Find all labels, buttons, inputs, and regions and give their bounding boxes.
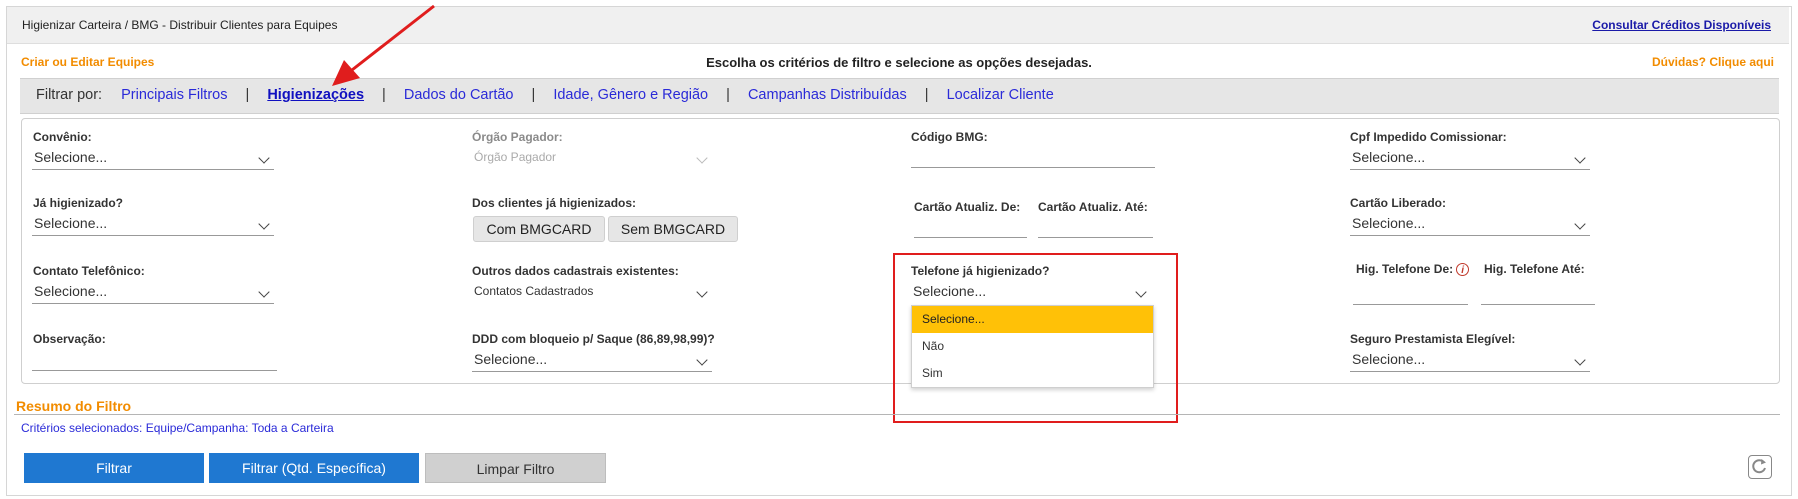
- chevron-down-icon: [1135, 286, 1147, 298]
- com-bmgcard-button[interactable]: Com BMGCARD: [473, 216, 605, 242]
- tab-separator: |: [531, 87, 536, 103]
- refresh-icon[interactable]: [1748, 455, 1772, 479]
- summary-criteria: Critérios selecionados: Equipe/Campanha:…: [21, 421, 334, 435]
- codigo-bmg-label: Código BMG:: [911, 130, 988, 144]
- tab-principais-filtros[interactable]: Principais Filtros: [121, 87, 227, 103]
- hig-tel-ate-label: Hig. Telefone Até:: [1484, 262, 1585, 276]
- tab-separator: |: [245, 87, 250, 103]
- ddd-bloqueio-select[interactable]: Selecione...: [472, 349, 712, 372]
- cartao-liberado-select[interactable]: Selecione...: [1350, 213, 1590, 236]
- cartao-liberado-label: Cartão Liberado:: [1350, 196, 1447, 210]
- sem-bmgcard-button[interactable]: Sem BMGCARD: [608, 216, 738, 242]
- dropdown-option-nao[interactable]: Não: [912, 333, 1153, 360]
- ddd-bloqueio-label: DDD com bloqueio p/ Saque (86,89,98,99)?: [472, 332, 715, 346]
- tab-prefix: Filtrar por:: [36, 87, 103, 103]
- hig-tel-de-input[interactable]: [1353, 284, 1468, 305]
- telefone-higienizado-label: Telefone já higienizado?: [911, 264, 1050, 278]
- seguro-select[interactable]: Selecione...: [1350, 349, 1590, 372]
- cpf-impedido-select[interactable]: Selecione...: [1350, 147, 1590, 170]
- cartao-ate-label: Cartão Atualiz. Até:: [1038, 200, 1148, 214]
- convenio-label: Convênio:: [33, 130, 92, 144]
- chevron-down-icon: [1574, 152, 1586, 164]
- chevron-down-icon: [1574, 218, 1586, 230]
- filtrar-qtd-button[interactable]: Filtrar (Qtd. Específica): [209, 453, 419, 483]
- chevron-down-icon: [258, 218, 270, 230]
- summary-divider: [14, 414, 1780, 415]
- orgao-label: Órgão Pagador:: [472, 130, 563, 144]
- dropdown-option-selecione[interactable]: Selecione...: [912, 306, 1153, 333]
- contato-label: Contato Telefônico:: [33, 264, 145, 278]
- contato-select[interactable]: Selecione...: [32, 281, 274, 304]
- tab-idade-genero-regiao[interactable]: Idade, Gênero e Região: [553, 87, 708, 103]
- chevron-down-icon: [696, 152, 708, 164]
- dropdown-option-sim[interactable]: Sim: [912, 360, 1153, 387]
- telefone-higienizado-select[interactable]: Selecione...: [911, 281, 1151, 303]
- seguro-label: Seguro Prestamista Elegível:: [1350, 332, 1516, 346]
- tab-separator: |: [726, 87, 730, 103]
- summary-title: Resumo do Filtro: [16, 398, 132, 414]
- info-icon[interactable]: i: [1456, 263, 1470, 277]
- filter-tab-bar: Filtrar por: Principais Filtros | Higien…: [20, 78, 1779, 114]
- outros-dados-select[interactable]: Contatos Cadastrados: [472, 281, 712, 303]
- outros-dados-label: Outros dados cadastrais existentes:: [472, 264, 679, 278]
- tab-localizar-cliente[interactable]: Localizar Cliente: [947, 87, 1054, 103]
- help-link[interactable]: Dúvidas? Clique aqui: [1652, 55, 1774, 69]
- instruction-text: Escolha os critérios de filtro e selecio…: [706, 55, 1092, 70]
- tab-separator: |: [924, 87, 929, 103]
- observacao-label: Observação:: [33, 332, 106, 346]
- tab-campanhas-distribuidas[interactable]: Campanhas Distribuídas: [748, 87, 907, 103]
- limpar-filtro-button[interactable]: Limpar Filtro: [425, 453, 606, 483]
- cartao-de-input[interactable]: [914, 217, 1027, 238]
- chevron-down-icon: [1574, 354, 1586, 366]
- orgao-select: Órgão Pagador: [472, 147, 712, 169]
- filtrar-button[interactable]: Filtrar: [24, 453, 204, 483]
- convenio-select[interactable]: Selecione...: [32, 147, 274, 170]
- chevron-down-icon: [258, 286, 270, 298]
- chevron-down-icon: [696, 354, 708, 366]
- dos-clientes-label: Dos clientes já higienizados:: [472, 196, 637, 210]
- cpf-impedido-label: Cpf Impedido Comissionar:: [1350, 130, 1507, 144]
- chevron-down-icon: [258, 152, 270, 164]
- credits-link[interactable]: Consultar Créditos Disponíveis: [1592, 18, 1771, 32]
- hig-tel-de-label: Hig. Telefone De: i: [1356, 262, 1470, 277]
- codigo-bmg-input[interactable]: [911, 147, 1155, 168]
- page-breadcrumb: Higienizar Carteira / BMG - Distribuir C…: [22, 18, 338, 32]
- cartao-ate-input[interactable]: [1038, 217, 1153, 238]
- ja-higienizado-label: Já higienizado?: [33, 196, 124, 210]
- chevron-down-icon: [696, 286, 708, 298]
- observacao-input[interactable]: [32, 350, 277, 371]
- ja-higienizado-select[interactable]: Selecione...: [32, 213, 274, 236]
- annotation-arrow-icon: [332, 4, 435, 86]
- cartao-de-label: Cartão Atualiz. De:: [914, 200, 1021, 214]
- telefone-higienizado-dropdown: Selecione... Não Sim: [911, 305, 1154, 388]
- hig-tel-ate-input[interactable]: [1481, 284, 1595, 305]
